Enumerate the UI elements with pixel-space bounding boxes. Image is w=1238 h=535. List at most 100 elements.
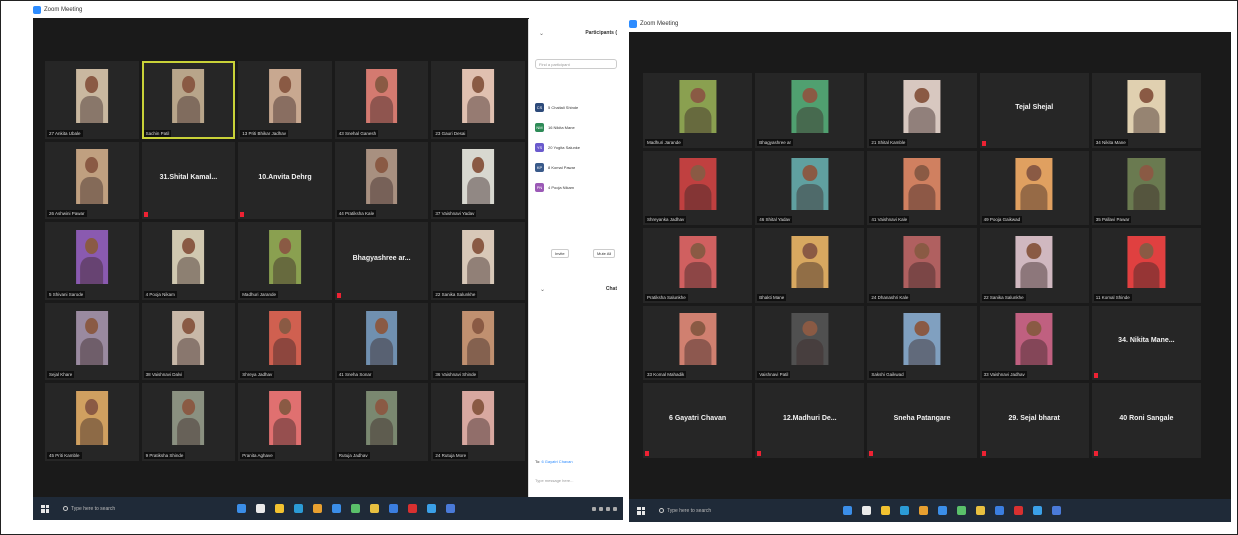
participant-search-input[interactable]: Find a participant [535,59,617,69]
taskbar-app-icon[interactable] [976,506,985,515]
collapse-arrow-icon[interactable]: ⌄ [539,30,544,37]
participant-body [1133,184,1160,211]
participant-tile[interactable]: 44 Pratiksha Kale [334,141,429,220]
taskbar-app-icon[interactable] [313,504,322,513]
participant-body [80,418,104,446]
participant-tile[interactable]: Rutuja Jadhav [334,383,429,461]
chat-message-input[interactable]: Type message here... [535,478,573,483]
participant-tile[interactable]: 12.Madhuri De... [755,383,865,458]
participant-video [269,391,301,446]
taskbar-app-icon[interactable] [862,506,871,515]
participant-tile[interactable]: Bhagyashree ar [755,73,865,148]
participant-tile[interactable]: 34. Nikita Mane... [1091,305,1201,381]
participant-tile[interactable]: 31.Shital Kamal... [141,141,236,220]
participant-tile[interactable]: 5 Shivani Sarode [45,222,139,300]
taskbar-app-icon[interactable] [900,506,909,515]
left-gallery-grid: 27 Ankita Ubale Sachin Patil 13 Priti Bhik… [45,61,525,461]
participant-tile[interactable]: 27 Ankita Ubale [45,61,139,139]
participant-tile[interactable]: Shreyanka Jadhav [643,150,753,226]
taskbar-app-icon[interactable] [294,504,303,513]
windows-start-icon[interactable] [637,506,645,515]
taskbar-app-icon[interactable] [446,504,455,513]
participant-tile[interactable]: 43 Snehal Ganesh [334,61,429,139]
participant-tile[interactable]: 46 Shital Yadav [755,150,865,226]
taskbar-app-icon[interactable] [919,506,928,515]
participant-list-item[interactable]: YS 20 Yogita Salunke [535,143,580,152]
participant-tile[interactable]: Bhagyashree ar... [334,222,429,300]
participant-tile[interactable]: Sejal Khare [45,302,139,381]
taskbar-app-icon[interactable] [370,504,379,513]
taskbar-app-icon[interactable] [938,506,947,515]
participant-video [172,229,205,285]
participant-tile[interactable]: Pranita Aghave [238,383,332,461]
participant-tile[interactable]: Madhuri Jarande [643,73,753,148]
recipient-name[interactable]: 6 Gayatri Chavan [541,459,572,464]
participant-tile[interactable]: 23 Gauri Desai [431,61,525,139]
taskbar-app-icon[interactable] [408,504,417,513]
participant-name: Sakshi Gaikwad [869,371,906,379]
participant-tile[interactable]: Sakshi Gaikwad [867,305,977,381]
participant-tile[interactable]: 9 Pratiksha Shinde [141,383,236,461]
participant-tile[interactable]: 41 Vaishnavi Kale [867,150,977,226]
participant-tile[interactable]: 10.Anvita Dehrg [238,141,332,220]
participant-name: 41 Sneha Sonar [336,371,374,379]
participant-tile[interactable]: 24 Rutuja More [431,383,525,461]
taskbar-app-icon[interactable] [237,504,246,513]
taskbar-app-icon[interactable] [351,504,360,513]
taskbar-search-box[interactable]: Type here to search [653,502,803,520]
taskbar-app-icon[interactable] [881,506,890,515]
windows-start-icon[interactable] [41,504,49,513]
participant-tile[interactable]: 38 Vaishnavi Dalvi [141,302,236,381]
participant-tile[interactable]: 35 Pallavi Pawar [1091,150,1201,226]
taskbar-app-icon[interactable] [389,504,398,513]
taskbar-app-icon[interactable] [843,506,852,515]
participant-tile[interactable]: 34 Nikita Mane [1091,73,1201,148]
muted-mic-icon [645,450,649,456]
participant-tile[interactable]: 37 Vaishnavi Yadav [431,141,525,220]
participant-tile[interactable]: 13 Priti Bhikar Jadhav [238,61,332,139]
participant-tile[interactable]: 24 Dhanashri Kale [867,228,977,303]
taskbar-search-box[interactable]: Type here to search [57,500,207,518]
participant-tile[interactable]: 41 Sneha Sonar [334,302,429,381]
participant-list-item[interactable]: PN 4 Pooja Nikam [535,183,574,192]
participant-tile[interactable]: 21 Shital Kamble [867,73,977,148]
taskbar-app-icon[interactable] [1052,506,1061,515]
participant-tile[interactable]: 6 Gayatri Chavan [643,383,753,458]
participant-tile[interactable]: 11 Komal Shinde [1091,228,1201,303]
participant-tile[interactable]: Pratiksha Salunkhe [643,228,753,303]
participant-tile[interactable]: 26 Ashwini Pawar [45,141,139,220]
participant-tile[interactable]: Sneha Patangare [867,383,977,458]
participant-tile[interactable]: 49 Pooja Gaikwad [979,150,1089,226]
participant-tile[interactable]: 22 Sanika Salunkhe [431,222,525,300]
taskbar-app-icon[interactable] [1014,506,1023,515]
participant-tile[interactable]: Vaishnavi Patil [755,305,865,381]
invite-button[interactable]: Invite [551,249,569,258]
participant-tile[interactable]: Tejal Shejal [979,73,1089,148]
participant-list-item[interactable]: CS 5 Chaitali Shinde [535,103,578,112]
taskbar-app-icon[interactable] [275,504,284,513]
participant-tile[interactable]: Bhakti Mane [755,228,865,303]
participant-tile[interactable]: 4 Pooja Nikam [141,222,236,300]
participant-tile[interactable]: 33 Komal Mahadik [643,305,753,381]
participant-tile[interactable]: 22 Sanika Salunkhe [979,228,1089,303]
taskbar-app-icon[interactable] [1033,506,1042,515]
participant-list-item[interactable]: NM 16 Nikita Mane [535,123,575,132]
taskbar-app-icon[interactable] [332,504,341,513]
participant-tile[interactable]: 33 Vaishnavi Jadhav [979,305,1089,381]
participant-tile[interactable]: 40 Roni Sangale [1091,383,1201,458]
participant-tile[interactable]: Sachin Patil [141,61,236,139]
participant-tile[interactable]: 29. Sejal bharat [979,383,1089,458]
system-tray[interactable] [592,506,617,511]
participant-tile[interactable]: Shreya Jadhav [238,302,332,381]
taskbar-app-icon[interactable] [957,506,966,515]
chat-collapse-icon[interactable]: ⌄ [540,286,545,293]
participant-tile[interactable]: Madhuri Jarande [238,222,332,300]
chat-recipient[interactable]: To: 6 Gayatri Chavan [535,459,573,464]
taskbar-app-icon[interactable] [256,504,265,513]
participant-tile[interactable]: 45 Priti Kamble [45,383,139,461]
taskbar-app-icon[interactable] [995,506,1004,515]
taskbar-app-icon[interactable] [427,504,436,513]
participant-list-item[interactable]: KP 8 Komal Pawar [535,163,575,172]
mute-all-button[interactable]: Mute All [593,249,616,258]
participant-tile[interactable]: 36 Vaishnavi Shinde [431,302,525,381]
